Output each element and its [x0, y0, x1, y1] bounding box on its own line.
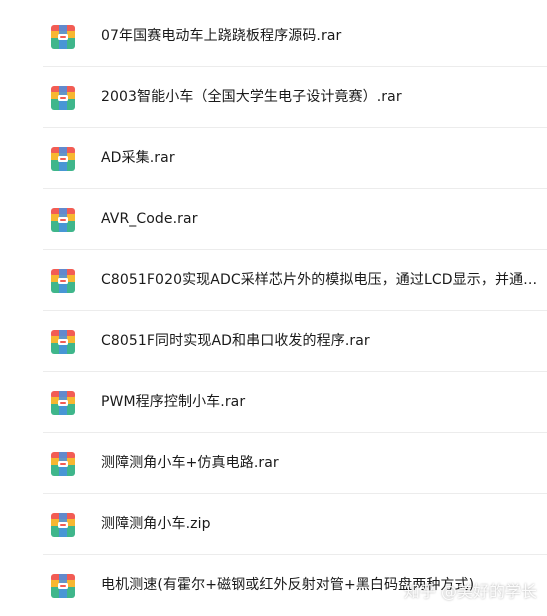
file-name: 测障测角小车+仿真电路.rar: [101, 455, 279, 471]
file-row[interactable]: 07年国赛电动车上跷跷板程序源码.rar: [0, 6, 547, 67]
archive-icon: [50, 329, 76, 355]
file-name: 2003智能小车（全国大学生电子设计竟赛）.rar: [101, 89, 402, 105]
file-name: AD采集.rar: [101, 150, 175, 166]
archive-icon: [50, 390, 76, 416]
file-row[interactable]: PWM程序控制小车.rar: [0, 372, 547, 433]
archive-icon: [50, 512, 76, 538]
archive-icon: [50, 85, 76, 111]
archive-icon: [50, 573, 76, 599]
archive-icon: [50, 207, 76, 233]
archive-icon: [50, 24, 76, 50]
file-name: PWM程序控制小车.rar: [101, 394, 246, 410]
file-row[interactable]: 测障测角小车.zip: [0, 494, 547, 555]
file-row[interactable]: AVR_Code.rar: [0, 189, 547, 250]
watermark: 知乎 @美好的学长: [403, 582, 537, 601]
file-row[interactable]: AD采集.rar: [0, 128, 547, 189]
file-name: C8051F同时实现AD和串口收发的程序.rar: [101, 333, 370, 349]
file-row[interactable]: C8051F020实现ADC采样芯片外的模拟电压，通过LCD显示，并通…: [0, 250, 547, 311]
file-row[interactable]: 测障测角小车+仿真电路.rar: [0, 433, 547, 494]
file-list: 07年国赛电动车上跷跷板程序源码.rar 2003智能小车（全国大学生电子设计竟…: [0, 0, 547, 608]
archive-icon: [50, 451, 76, 477]
file-name: 测障测角小车.zip: [101, 516, 211, 532]
file-name: C8051F020实现ADC采样芯片外的模拟电压，通过LCD显示，并通…: [101, 272, 538, 288]
file-name: 07年国赛电动车上跷跷板程序源码.rar: [101, 28, 342, 44]
archive-icon: [50, 268, 76, 294]
file-row[interactable]: C8051F同时实现AD和串口收发的程序.rar: [0, 311, 547, 372]
file-row[interactable]: 2003智能小车（全国大学生电子设计竟赛）.rar: [0, 67, 547, 128]
file-name: AVR_Code.rar: [101, 211, 198, 227]
archive-icon: [50, 146, 76, 172]
